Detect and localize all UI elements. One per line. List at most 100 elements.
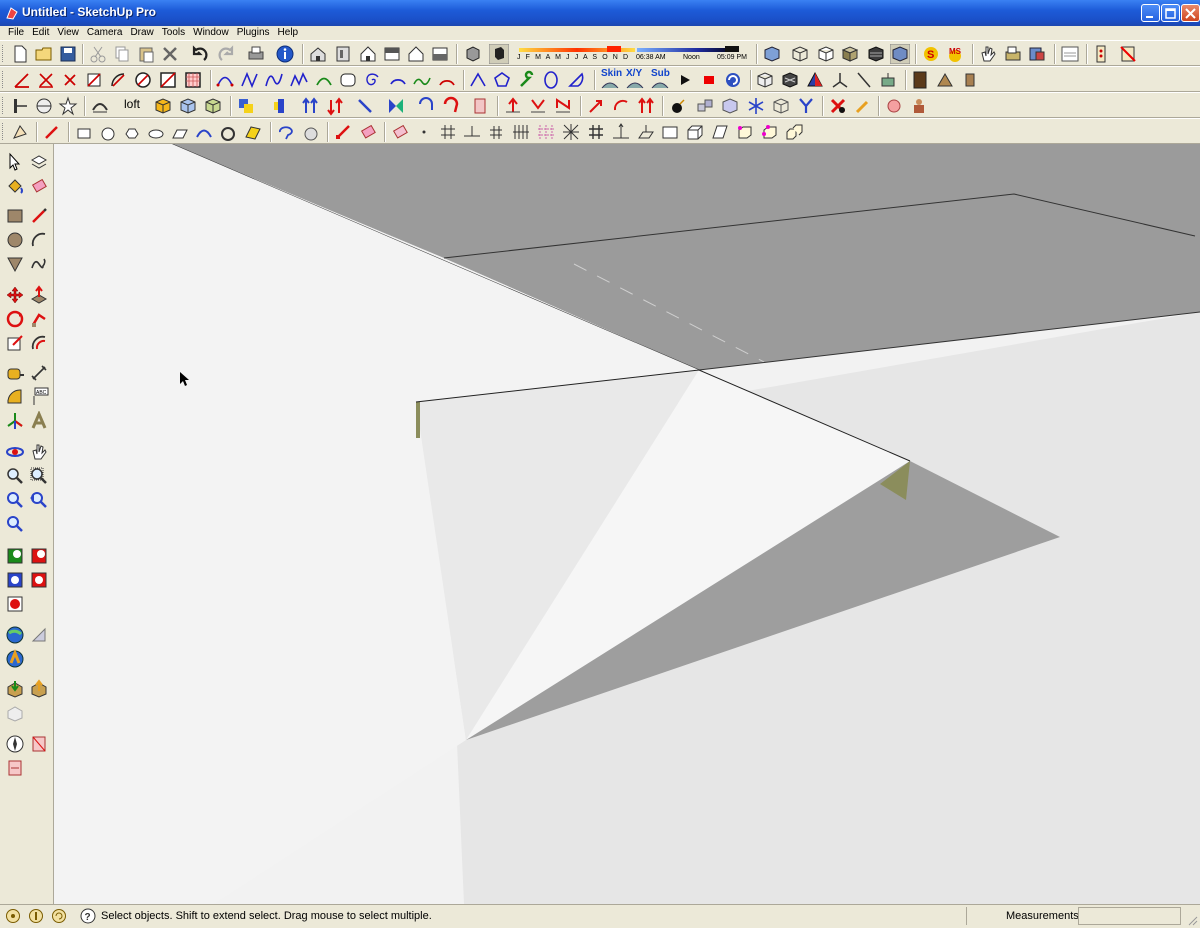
- arc-curve-icon[interactable]: [314, 70, 334, 90]
- display-shadows-icon[interactable]: [489, 44, 509, 64]
- arrows-up-blue-icon[interactable]: [300, 96, 320, 116]
- sector-icon[interactable]: [566, 70, 586, 90]
- plane-grid-icon[interactable]: [636, 122, 656, 142]
- box-wire-icon[interactable]: [755, 70, 775, 90]
- plane-flat-icon[interactable]: [462, 122, 482, 142]
- bomb-icon[interactable]: [668, 96, 688, 116]
- menu-camera[interactable]: Camera: [83, 26, 127, 40]
- plugin-s-icon[interactable]: S: [921, 44, 941, 64]
- cut-icon[interactable]: [88, 44, 108, 64]
- menu-view[interactable]: View: [53, 26, 83, 40]
- zoom-extents-icon[interactable]: [5, 490, 25, 510]
- arc-tool-icon[interactable]: [29, 230, 49, 250]
- shaded-textures-icon[interactable]: [866, 44, 886, 64]
- get-photo-texture-icon[interactable]: [5, 570, 25, 590]
- 3d-text-icon[interactable]: [29, 411, 49, 431]
- needle-icon[interactable]: [854, 70, 874, 90]
- polygon-blue-icon[interactable]: [492, 70, 512, 90]
- eraser-icon[interactable]: [390, 122, 410, 142]
- offset-ring-icon[interactable]: [218, 122, 238, 142]
- section-plane-tool-icon[interactable]: [29, 734, 49, 754]
- grid-vertical-icon[interactable]: [511, 122, 531, 142]
- erase-delete-icon[interactable]: [160, 44, 180, 64]
- move-grid-icon[interactable]: [486, 122, 506, 142]
- geo-location-icon[interactable]: [5, 908, 21, 924]
- undo-icon[interactable]: [190, 44, 210, 64]
- components-window-icon[interactable]: [1060, 44, 1080, 64]
- add-location-icon[interactable]: [5, 546, 25, 566]
- cubes-icon[interactable]: [695, 96, 715, 116]
- view-left-icon[interactable]: [430, 44, 450, 64]
- scale-tool-icon[interactable]: [5, 333, 25, 353]
- intersect-tool-icon[interactable]: [36, 70, 56, 90]
- arc-blue-icon[interactable]: [388, 70, 408, 90]
- dimension-tool-icon[interactable]: [29, 363, 49, 383]
- view-back-icon[interactable]: [406, 44, 426, 64]
- arch-icon[interactable]: [90, 96, 110, 116]
- menu-file[interactable]: File: [4, 26, 28, 40]
- offset-yellow-icon[interactable]: [243, 122, 263, 142]
- toolbar-grip[interactable]: [2, 97, 6, 114]
- rotate-arrow-icon[interactable]: [416, 96, 436, 116]
- rectangle-tool-icon[interactable]: [5, 206, 25, 226]
- cross-tool-icon[interactable]: [60, 70, 80, 90]
- box-dark-icon[interactable]: [780, 70, 800, 90]
- text-tool-icon[interactable]: ABC: [29, 387, 49, 407]
- walk-compass-icon[interactable]: [5, 734, 25, 754]
- photo-match-icon[interactable]: [29, 625, 49, 645]
- freehand-curve-icon[interactable]: [264, 70, 284, 90]
- diagonal-arrow-icon[interactable]: [355, 96, 375, 116]
- menu-help[interactable]: Help: [274, 26, 303, 40]
- view-right-icon[interactable]: [382, 44, 402, 64]
- eraser-tool-icon[interactable]: [29, 176, 49, 196]
- polyline-icon[interactable]: [240, 70, 260, 90]
- push-pull-icon[interactable]: [29, 285, 49, 305]
- save-icon[interactable]: [58, 44, 78, 64]
- toggle-terrain-icon[interactable]: [29, 546, 49, 566]
- wave-curve-icon[interactable]: [412, 70, 432, 90]
- wrench-icon[interactable]: [517, 70, 537, 90]
- redo-icon[interactable]: [216, 44, 236, 64]
- lasso-icon[interactable]: [276, 122, 296, 142]
- paste-icon[interactable]: [136, 44, 156, 64]
- dimension-icon[interactable]: [1091, 44, 1111, 64]
- menu-window[interactable]: Window: [189, 26, 233, 40]
- paint-bucket-icon[interactable]: [5, 176, 25, 196]
- offset-hex-icon[interactable]: [122, 122, 142, 142]
- tilt-left-icon[interactable]: [586, 96, 606, 116]
- square-red-slash-icon[interactable]: [158, 70, 178, 90]
- lasso-gray-icon[interactable]: [301, 122, 321, 142]
- push-face-icon[interactable]: [270, 96, 290, 116]
- print-icon[interactable]: [246, 44, 266, 64]
- star-icon[interactable]: [58, 96, 78, 116]
- box-yellow-icon[interactable]: [153, 96, 173, 116]
- minimize-button[interactable]: [1141, 4, 1160, 22]
- offset-ellipse-icon[interactable]: [146, 122, 166, 142]
- model-canvas[interactable]: [54, 144, 1200, 904]
- double-up-arrow-icon[interactable]: [636, 96, 656, 116]
- copy-icon[interactable]: [112, 44, 132, 64]
- cube-shade-icon[interactable]: [720, 96, 740, 116]
- outliner-icon[interactable]: [1027, 44, 1047, 64]
- section-plane-icon[interactable]: [1118, 44, 1138, 64]
- circle-slash-icon[interactable]: [133, 70, 153, 90]
- loop-refresh-icon[interactable]: [723, 70, 743, 90]
- arc-slash-icon[interactable]: [108, 70, 128, 90]
- circle-tool-icon[interactable]: [5, 230, 25, 250]
- grid-slash-icon[interactable]: [183, 70, 203, 90]
- box-slant-icon[interactable]: [710, 122, 730, 142]
- hidden-line-icon[interactable]: [816, 44, 836, 64]
- ellipse-icon[interactable]: [541, 70, 561, 90]
- open-folder-icon[interactable]: [34, 44, 54, 64]
- pan-hand-icon[interactable]: [29, 442, 49, 462]
- position-camera-icon[interactable]: [5, 514, 25, 534]
- book-icon[interactable]: [910, 70, 930, 90]
- move-tool-icon[interactable]: [5, 285, 25, 305]
- loft-button[interactable]: loft: [124, 97, 140, 111]
- google-earth-globe-icon[interactable]: [5, 625, 25, 645]
- red-x-icon[interactable]: [828, 96, 848, 116]
- credits-icon[interactable]: [28, 908, 44, 924]
- xy-tool-icon[interactable]: [625, 78, 645, 91]
- sub-tool-icon[interactable]: [650, 78, 670, 91]
- offset-circle-icon[interactable]: [98, 122, 118, 142]
